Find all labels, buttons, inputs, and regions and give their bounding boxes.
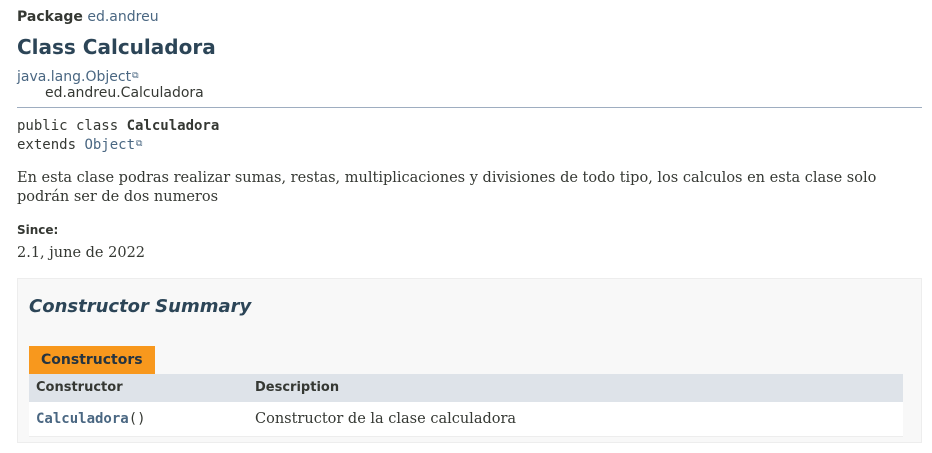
package-link[interactable]: ed.andreu [87, 9, 158, 25]
class-signature: public class Calculadora extends Object⧉ [17, 117, 219, 155]
divider [17, 107, 922, 108]
constructor-link[interactable]: Calculadora [36, 411, 129, 427]
constructor-summary: Constructor Summary Constructors Constru… [17, 278, 922, 443]
constructor-signature: Calculadora() [36, 410, 146, 428]
signature-line-2: extends Object⧉ [17, 136, 219, 155]
signature-line-1: public class Calculadora [17, 117, 219, 136]
class-description: En esta clase podras realizar sumas, res… [17, 170, 877, 205]
since-value: 2.1, june de 2022 [17, 245, 146, 261]
signature-prefix: public class [17, 118, 127, 134]
signature-extends: extends [17, 137, 85, 153]
package-line: Package ed.andreu [17, 8, 159, 26]
column-header-description: Description [255, 380, 340, 395]
constructor-description: Constructor de la clase calculadora [255, 411, 517, 427]
object-class-link[interactable]: java.lang.Object [17, 69, 131, 85]
constructor-table: Constructor Description Calculadora() Co… [29, 374, 903, 437]
javadoc-page: Package ed.andreu Class Calculadora java… [0, 0, 932, 453]
table-header: Constructor Description [29, 374, 903, 402]
external-link-icon: ⧉ [132, 71, 139, 81]
since-label: Since: [17, 223, 59, 237]
inheritance-child: ed.andreu.Calculadora [45, 85, 204, 101]
tab-constructors[interactable]: Constructors [29, 346, 155, 374]
signature-class-name: Calculadora [126, 118, 220, 134]
constructor-summary-heading: Constructor Summary [29, 296, 252, 317]
extends-object-link[interactable]: Object [84, 137, 135, 153]
page-title: Class Calculadora [17, 35, 216, 59]
package-label: Package [17, 9, 83, 25]
constructor-params: () [128, 411, 146, 427]
column-header-constructor: Constructor [36, 380, 123, 395]
table-row: Calculadora() Constructor de la clase ca… [29, 402, 903, 437]
external-link-icon: ⧉ [136, 139, 143, 149]
